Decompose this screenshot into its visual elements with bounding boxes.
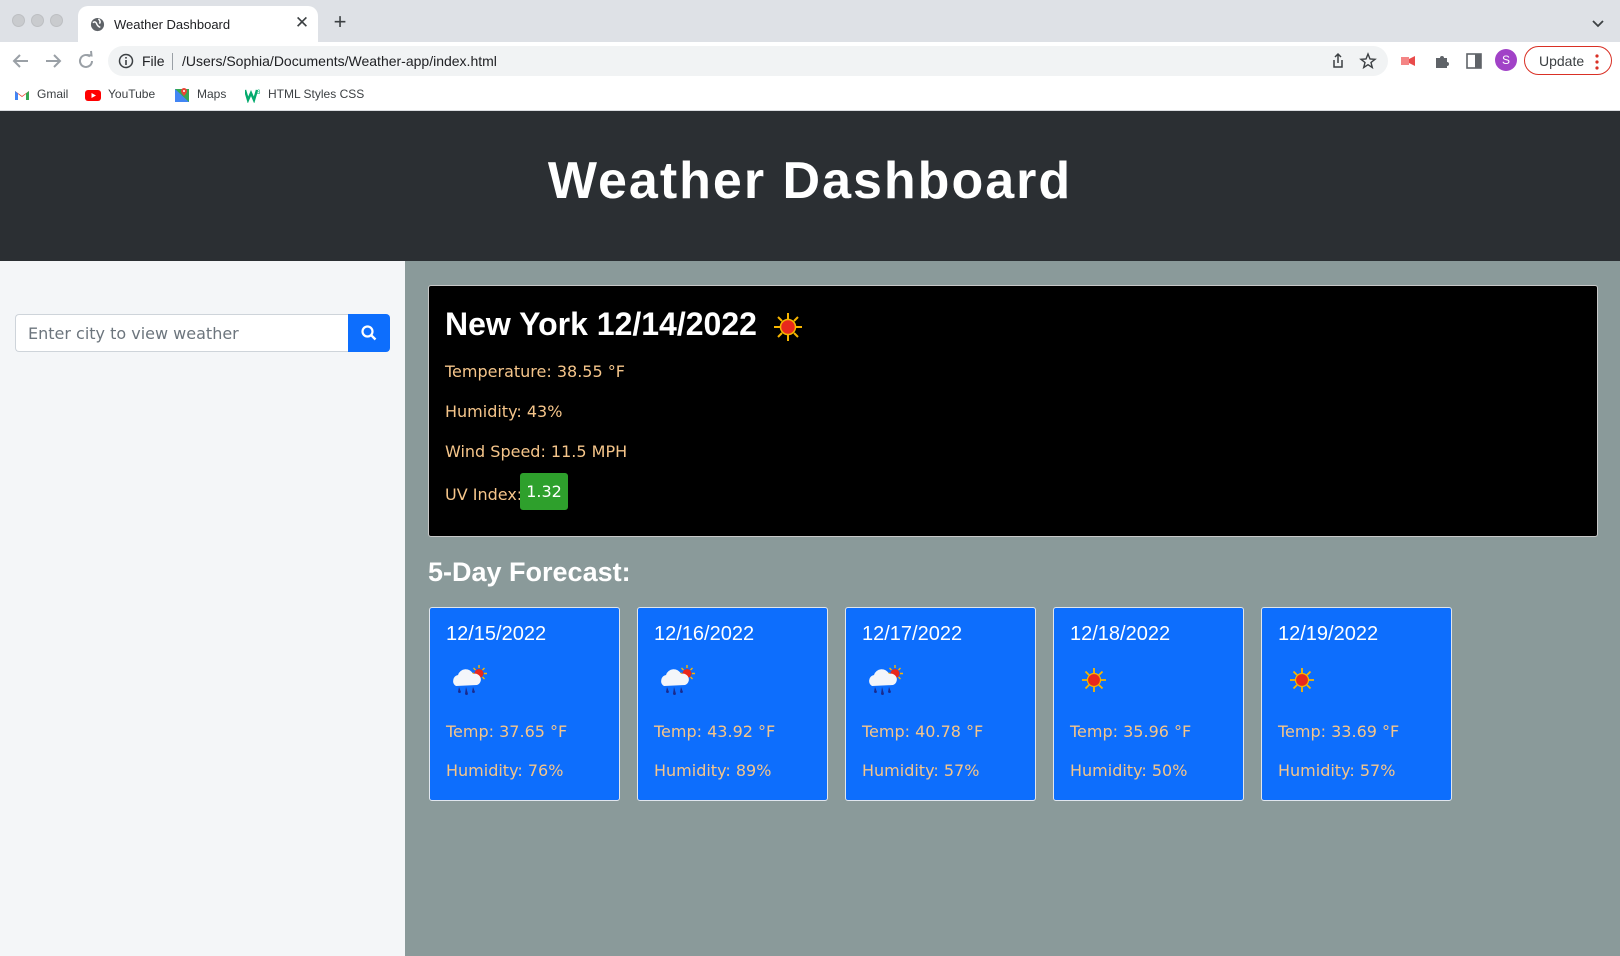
forecast-humidity: Humidity: 76% (446, 761, 564, 780)
current-wind-speed: Wind Speed: 11.5 MPH (445, 442, 628, 461)
window-close-button[interactable] (12, 14, 25, 27)
globe-icon (90, 17, 105, 32)
chevron-down-icon[interactable] (1590, 15, 1606, 31)
forecast-date: 12/17/2022 (862, 623, 963, 645)
bookmark-star-icon[interactable] (1359, 52, 1377, 70)
forecast-date: 12/19/2022 (1278, 623, 1379, 645)
screencast-extension-icon[interactable] (1398, 51, 1418, 71)
maps-icon (175, 88, 189, 102)
browser-tab[interactable]: Weather Dashboard ✕ (78, 6, 318, 42)
forecast-card: 12/15/2022 Temp: 37.65 °F Humidity: 76% (429, 607, 620, 801)
forecast-date: 12/18/2022 (1070, 623, 1171, 645)
page-header: Weather Dashboard (0, 111, 1620, 261)
forecast-temp: Temp: 40.78 °F (862, 722, 984, 741)
extensions-puzzle-icon[interactable] (1432, 51, 1452, 71)
forecast-title: 5-Day Forecast: (428, 557, 631, 587)
side-panel-icon[interactable] (1464, 51, 1484, 71)
bookmark-label: YouTube (108, 87, 156, 101)
bookmark-label: HTML Styles CSS (268, 87, 365, 101)
w3schools-icon: 3 (245, 89, 261, 103)
url-text[interactable]: /Users/Sophia/Documents/Weather-app/inde… (182, 53, 497, 69)
share-icon[interactable] (1329, 52, 1347, 70)
address-bar[interactable]: File /Users/Sophia/Documents/Weather-app… (108, 46, 1388, 76)
profile-avatar[interactable]: S (1495, 49, 1517, 71)
forecast-humidity: Humidity: 57% (1278, 761, 1396, 780)
forecast-temp: Temp: 37.65 °F (446, 722, 568, 741)
forecast-humidity: Humidity: 89% (654, 761, 772, 780)
search-icon (361, 325, 377, 341)
window-zoom-button[interactable] (50, 14, 63, 27)
sun-icon (1072, 662, 1116, 698)
search-button[interactable] (348, 314, 390, 352)
forecast-card: 12/16/2022 Temp: 43.92 °F Humidity: 89% (637, 607, 828, 801)
rain-cloud-sun-icon (864, 662, 908, 698)
forecast-humidity: Humidity: 50% (1070, 761, 1188, 780)
forecast-date: 12/16/2022 (654, 623, 755, 645)
forecast-temp: Temp: 35.96 °F (1070, 722, 1192, 741)
address-separator (172, 53, 173, 70)
rain-cloud-sun-icon (448, 662, 492, 698)
city-search-input[interactable] (15, 314, 349, 352)
svg-text:3: 3 (257, 90, 261, 96)
forecast-card: 12/18/2022 Temp: 35.96 °F Humidity: 50% (1053, 607, 1244, 801)
forecast-temp: Temp: 33.69 °F (1278, 722, 1400, 741)
current-city-date: New York 12/14/2022 (445, 306, 757, 342)
gmail-icon (15, 91, 29, 100)
tab-close-icon[interactable]: ✕ (292, 13, 312, 33)
update-button[interactable]: Update (1524, 46, 1612, 75)
more-vertical-icon (1595, 54, 1599, 70)
uv-index-badge: 1.32 (520, 473, 568, 510)
new-tab-button[interactable]: + (329, 11, 351, 33)
page-viewport: Weather Dashboard New York 12/14/2022 Te… (0, 111, 1620, 956)
bookmark-html-styles-css[interactable]: 3 HTML Styles CSS (245, 86, 375, 104)
browser-toolbar: File /Users/Sophia/Documents/Weather-app… (0, 42, 1620, 80)
update-button-label: Update (1539, 53, 1585, 69)
youtube-icon (85, 90, 101, 101)
bookmark-label: Maps (197, 87, 227, 101)
sun-icon (774, 313, 802, 341)
rain-cloud-sun-icon (656, 662, 700, 698)
current-humidity: Humidity: 43% (445, 402, 563, 421)
info-icon[interactable] (118, 53, 134, 69)
page-title: Weather Dashboard (547, 152, 1073, 210)
sun-icon (1280, 662, 1324, 698)
tab-title: Weather Dashboard (114, 17, 231, 32)
uv-index-label: UV Index: (445, 485, 523, 504)
forecast-date: 12/15/2022 (446, 623, 547, 645)
bookmarks-bar: Gmail YouTube Maps 3 HTML Styles CSS (0, 80, 1620, 111)
current-temperature: Temperature: 38.55 °F (445, 362, 625, 381)
back-arrow-icon[interactable] (9, 49, 33, 73)
forecast-card: 12/17/2022 Temp: 40.78 °F Humidity: 57% (845, 607, 1036, 801)
current-weather-card: New York 12/14/2022 Temperature: 38.55 °… (428, 285, 1598, 537)
forecast-temp: Temp: 43.92 °F (654, 722, 776, 741)
reload-icon[interactable] (74, 49, 98, 73)
window-minimize-button[interactable] (31, 14, 44, 27)
forecast-card: 12/19/2022 Temp: 33.69 °F Humidity: 57% (1261, 607, 1452, 801)
forecast-humidity: Humidity: 57% (862, 761, 980, 780)
browser-tabstrip: Weather Dashboard ✕ + (0, 0, 1620, 42)
url-scheme-label: File (142, 53, 165, 69)
forward-arrow-icon[interactable] (41, 49, 65, 73)
bookmark-maps[interactable]: Maps (174, 86, 236, 104)
bookmark-label: Gmail (37, 87, 69, 101)
bookmark-youtube[interactable]: YouTube (85, 86, 165, 104)
bookmark-gmail[interactable]: Gmail (14, 86, 74, 104)
search-sidebar (0, 261, 405, 956)
